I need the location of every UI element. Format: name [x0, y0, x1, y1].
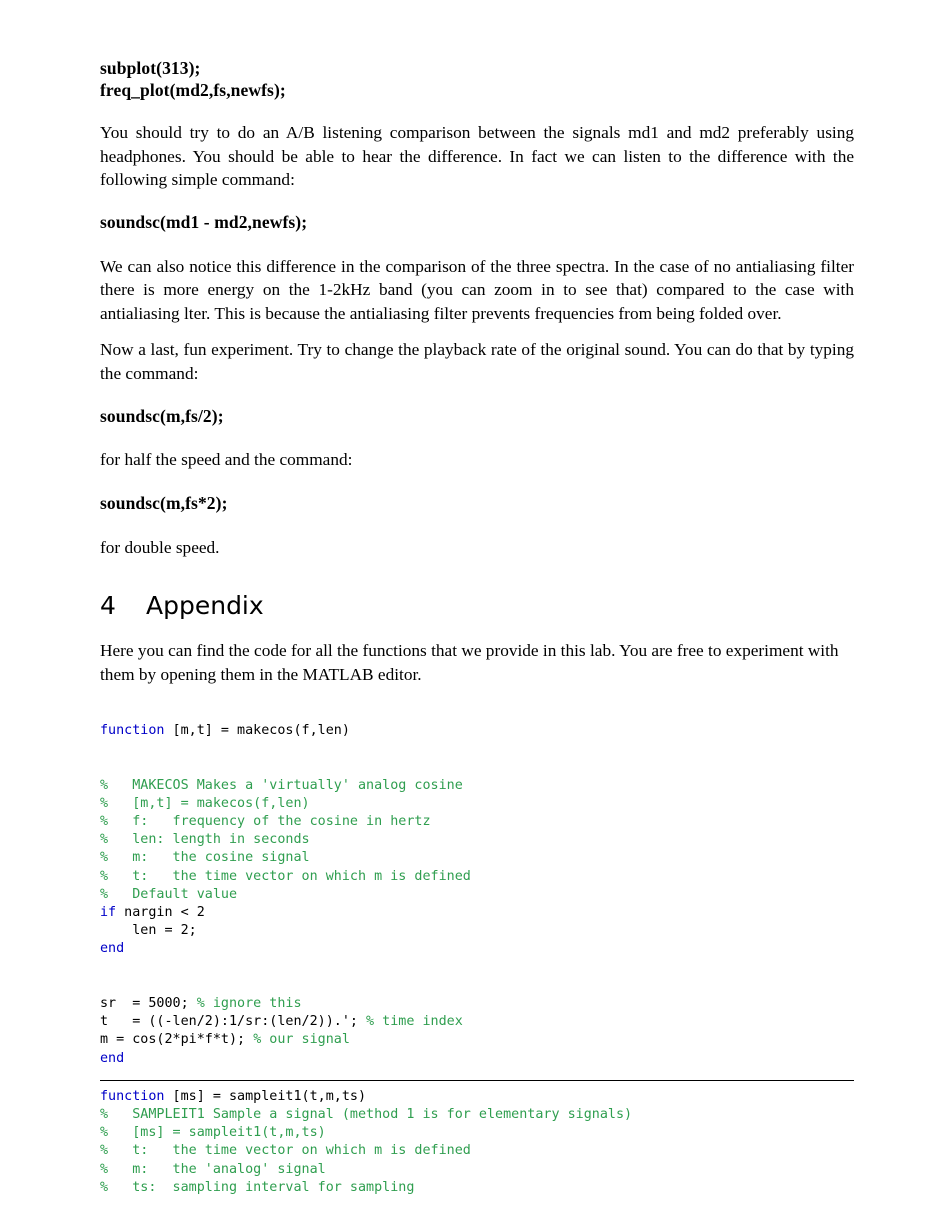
paragraph-spectra-comparison: We can also notice this difference in th…	[100, 256, 854, 323]
code-token-cm: % m: the 'analog' signal	[100, 1161, 326, 1177]
code-token-cm: % SAMPLEIT1 Sample a signal (method 1 is…	[100, 1107, 633, 1122]
code-line: m = cos(2*pi*f*t); % our signal	[100, 1031, 854, 1049]
code-line: % [m,t] = makecos(f,len)	[100, 795, 854, 813]
code-token-plain: t = ((-len/2):1/sr:(len/2)).';	[100, 1014, 367, 1030]
code-line: % [ms] = sampleit1(t,m,ts)	[100, 1124, 854, 1142]
section-heading-appendix: 4 Appendix	[100, 591, 854, 621]
code-line: function [ms] = sampleit1(t,m,ts)	[100, 1088, 854, 1106]
code-token-plain: len = 2;	[100, 923, 197, 939]
code-token-cm: % t: the time vector on which m is defin…	[100, 1143, 471, 1159]
code-line: % ts: sampling interval for sampling	[100, 1179, 854, 1197]
code-token-plain: sr = 5000;	[100, 995, 197, 1011]
code-line: % t: the time vector on which m is defin…	[100, 868, 854, 886]
code-listing-makecos: function [m,t] = makecos(f,len) % MAKECO…	[100, 722, 854, 1068]
code-line: sr = 5000; % ignore this	[100, 995, 854, 1013]
code-token-kw: end	[100, 941, 125, 957]
code-line: % t: the time vector on which m is defin…	[100, 1142, 854, 1160]
code-token-cm: % ignore this	[196, 995, 302, 1011]
code-line: end	[100, 1050, 854, 1068]
code-token-plain: nargin < 2	[116, 905, 205, 920]
paragraph-half-speed-caption: for half the speed and the command:	[100, 450, 353, 469]
code-line: % SAMPLEIT1 Sample a signal (method 1 is…	[100, 1106, 854, 1124]
code-token-plain: [ms] = sampleit1(t,m,ts)	[164, 1088, 367, 1104]
paragraph-ab-listening: You should try to do an A/B listening co…	[100, 123, 854, 189]
code-line: function [m,t] = makecos(f,len)	[100, 722, 854, 740]
code-line: end	[100, 940, 854, 958]
code-line: % MAKECOS Makes a 'virtually' analog cos…	[100, 777, 854, 795]
code-line: if nargin < 2	[100, 904, 854, 922]
command-freq-plot: freq_plot(md2,fs,newfs);	[100, 80, 286, 100]
page-content-column: subplot(313); freq_plot(md2,fs,newfs); Y…	[100, 0, 854, 1197]
command-soundsc-half-speed: soundsc(m,fs/2);	[100, 406, 224, 426]
code-token-cm: % MAKECOS Makes a 'virtually' analog cos…	[100, 777, 463, 793]
code-line: len = 2;	[100, 922, 854, 940]
code-token-kw: end	[100, 1050, 125, 1066]
code-line: % m: the 'analog' signal	[100, 1161, 854, 1179]
pdf-page: subplot(313); freq_plot(md2,fs,newfs); Y…	[0, 0, 935, 1218]
code-token-kw: function	[100, 723, 165, 738]
paragraph-playback-rate: Now a last, fun experiment. Try to chang…	[100, 340, 854, 383]
paragraph-double-speed-caption: for double speed.	[100, 537, 220, 557]
code-listing-sampleit1: function [ms] = sampleit1(t,m,ts)% SAMPL…	[100, 1088, 854, 1197]
code-token-cm: % [m,t] = makecos(f,len)	[100, 795, 310, 811]
code-token-kw: if	[100, 905, 117, 920]
command-subplot-313: subplot(313);	[100, 58, 201, 78]
code-line: % len: length in seconds	[100, 831, 854, 849]
section-title: Appendix	[146, 591, 264, 620]
command-soundsc-difference: soundsc(md1 - md2,newfs);	[100, 211, 308, 232]
code-token-cm: % len: length in seconds	[100, 832, 310, 848]
code-token-cm: % [ms] = sampleit1(t,m,ts)	[100, 1125, 326, 1141]
paragraph-appendix-intro: Here you can find the code for all the f…	[100, 641, 839, 684]
code-token-plain: m = cos(2*pi*f*t);	[100, 1032, 254, 1048]
code-token-cm: % Default value	[100, 886, 238, 902]
code-token-cm: % t: the time vector on which m is defin…	[100, 868, 471, 884]
code-line: % Default value	[100, 886, 854, 904]
command-soundsc-double-speed: soundsc(m,fs*2);	[100, 492, 228, 513]
code-token-cm: % time index	[366, 1014, 463, 1030]
code-line: % f: frequency of the cosine in hertz	[100, 813, 854, 831]
code-token-kw: function	[100, 1088, 165, 1104]
code-token-cm: % our signal	[253, 1032, 350, 1048]
code-token-cm: % ts: sampling interval for sampling	[100, 1179, 415, 1195]
section-number: 4	[100, 591, 116, 620]
code-token-cm: % f: frequency of the cosine in hertz	[100, 813, 431, 829]
code-token-cm: % m: the cosine signal	[100, 850, 310, 866]
code-line: t = ((-len/2):1/sr:(len/2)).'; % time in…	[100, 1013, 854, 1031]
code-token-plain: [m,t] = makecos(f,len)	[164, 723, 350, 738]
code-line: % m: the cosine signal	[100, 849, 854, 867]
